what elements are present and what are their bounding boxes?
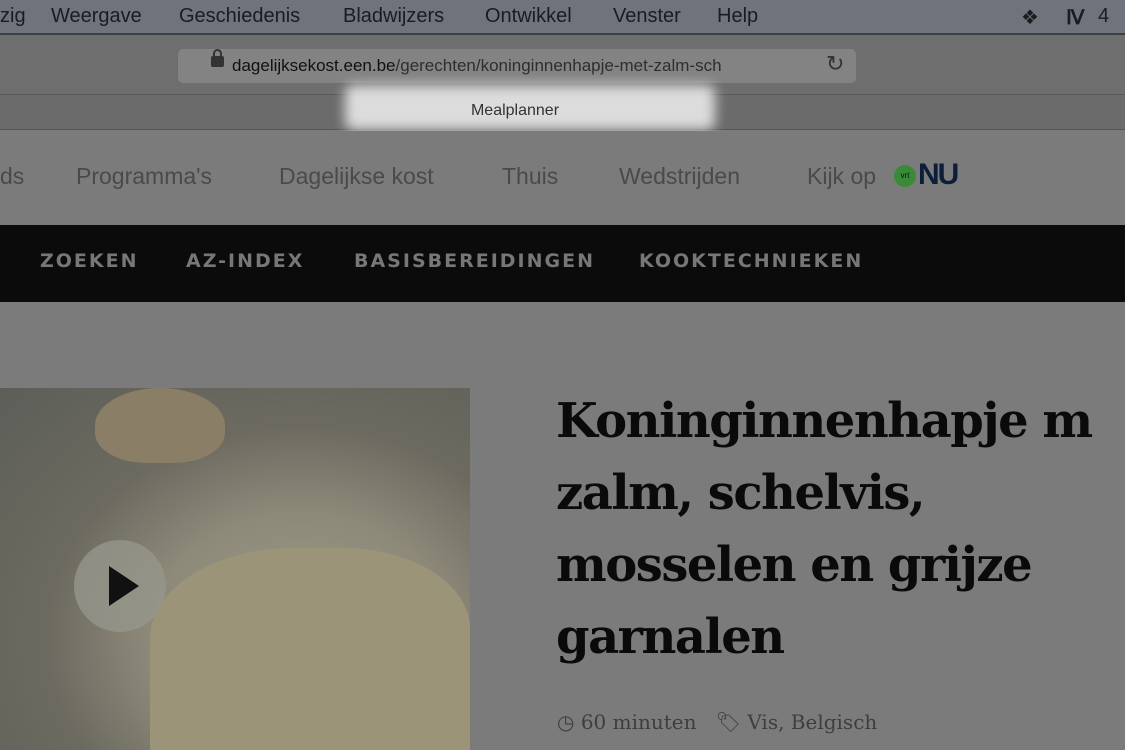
tag-icon: 🏷 xyxy=(715,710,741,734)
nu-logo[interactable]: NU xyxy=(918,158,959,192)
menu-geschiedenis[interactable]: Geschiedenis xyxy=(179,5,300,28)
recipe-photo[interactable] xyxy=(0,388,470,750)
title-line: garnalen xyxy=(556,609,785,665)
play-icon[interactable] xyxy=(74,540,166,632)
nav-zoeken[interactable]: ZOEKEN xyxy=(40,250,139,272)
bookmark-mealplanner[interactable]: Mealplanner xyxy=(345,102,685,120)
menu-ontwikkel[interactable]: Ontwikkel xyxy=(485,5,572,28)
menu-bladwijzers[interactable]: Bladwijzers xyxy=(343,5,444,28)
recipe-title: Koninginnenhapje m zalm, schelvis, mosse… xyxy=(556,385,1093,673)
nav-az-index[interactable]: AZ-INDEX xyxy=(186,250,304,272)
site-link-kijk-op[interactable]: Kijk op xyxy=(807,163,876,190)
menu-bar: zig Weergave Geschiedenis Bladwijzers On… xyxy=(0,0,1125,35)
photo-mash xyxy=(150,548,470,750)
url-path: /gerechten/koninginnenhapje-met-zalm-sch xyxy=(395,56,722,75)
site-link-wedstrijden[interactable]: Wedstrijden xyxy=(619,163,740,190)
reload-icon[interactable]: ↻ xyxy=(826,51,844,77)
site-link-programmas[interactable]: Programma's xyxy=(76,163,212,190)
menu-weergave[interactable]: Weergave xyxy=(51,5,142,28)
vrt-logo[interactable]: vrt xyxy=(894,165,916,187)
title-line: zalm, schelvis, xyxy=(556,465,926,521)
address-bar[interactable]: dagelijksekost.een.be/gerechten/koningin… xyxy=(178,49,856,83)
lock-icon xyxy=(211,49,224,67)
adobe-count: 4 xyxy=(1098,5,1110,27)
site-link[interactable]: ds xyxy=(0,163,24,190)
photo-bun xyxy=(95,388,225,463)
site-link-dagelijkse-kost[interactable]: Dagelijkse kost xyxy=(279,163,434,190)
menu-item[interactable]: zig xyxy=(0,5,26,28)
menu-venster[interactable]: Venster xyxy=(613,5,681,28)
title-line: Koninginnenhapje m xyxy=(556,393,1093,449)
recipe-tags[interactable]: Vis, Belgisch xyxy=(747,710,877,734)
dropbox-icon[interactable]: ❖ xyxy=(1021,5,1039,30)
recipe-duration: 60 minuten xyxy=(580,710,697,734)
site-link-thuis[interactable]: Thuis xyxy=(502,163,558,190)
menu-help[interactable]: Help xyxy=(717,5,758,28)
recipe-meta: ◷ 60 minuten 🏷 Vis, Belgisch xyxy=(557,710,877,734)
nav-basisbereidingen[interactable]: BASISBEREIDINGEN xyxy=(354,250,595,272)
title-line: mosselen en grijze xyxy=(556,537,1033,593)
adobe-icon[interactable]: Ⅳ xyxy=(1066,5,1084,30)
recipe-nav: ZOEKEN AZ-INDEX BASISBEREIDINGEN KOOKTEC… xyxy=(0,225,1125,302)
url-domain: dagelijksekost.een.be xyxy=(232,56,396,75)
clock-icon: ◷ xyxy=(557,710,575,734)
nav-kooktechnieken[interactable]: KOOKTECHNIEKEN xyxy=(639,250,863,272)
